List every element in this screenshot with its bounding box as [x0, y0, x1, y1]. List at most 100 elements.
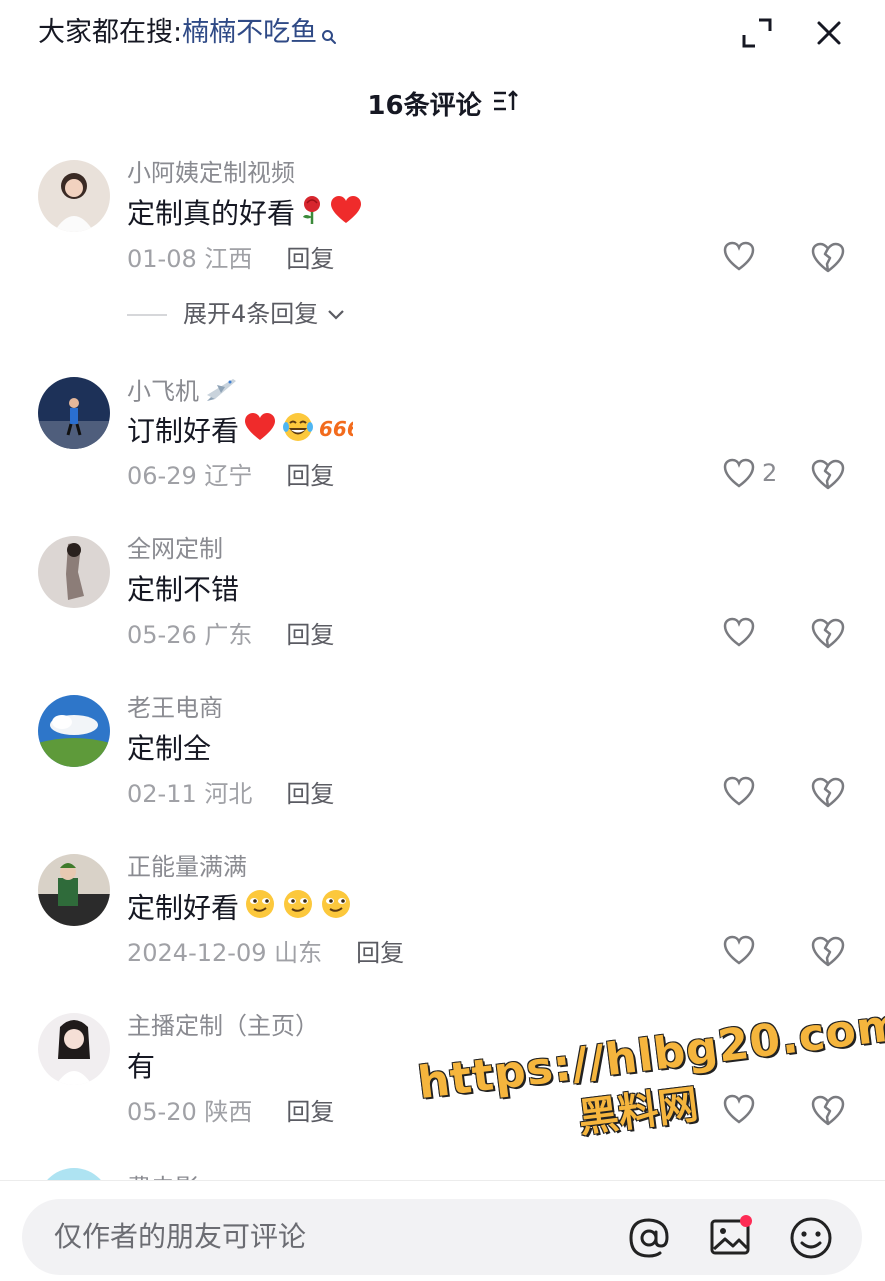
like-button[interactable]: 2: [722, 457, 777, 493]
avatar[interactable]: [38, 377, 110, 449]
like-button[interactable]: [722, 934, 762, 970]
comment-location: 陕西: [204, 1098, 253, 1126]
svg-text:666: 666: [319, 417, 353, 441]
comment-date: 06-29: [127, 462, 197, 490]
comment-count-header: 16条评论: [0, 86, 885, 126]
avatar[interactable]: [38, 536, 110, 608]
comment-input-area: 仅作者的朋友可评论: [0, 1180, 885, 1281]
comment-text: 定制好看: [127, 888, 353, 931]
smirk-emoji-icon: [281, 888, 315, 931]
comment-meta: 05-20 陕西 回复: [127, 1095, 334, 1129]
smirk-emoji-icon: [319, 888, 353, 931]
emoji-icon[interactable]: [788, 1215, 834, 1261]
avatar[interactable]: [38, 160, 110, 232]
comment-text-content: 定制好看: [127, 891, 240, 925]
comment-text: 有: [127, 1047, 155, 1087]
rose-emoji-icon: [299, 195, 325, 236]
comment-text-content: 定制不错: [127, 573, 240, 606]
comment-text-content: 有: [127, 1050, 156, 1083]
heart-icon: [723, 458, 755, 488]
avatar[interactable]: [38, 1013, 110, 1085]
six-six-six-emoji-icon: 666: [319, 412, 361, 453]
search-suggestion-keyword[interactable]: 楠楠不吃鱼: [182, 17, 317, 48]
broken-heart-icon: [811, 242, 845, 273]
tears-of-joy-emoji-icon: [281, 411, 315, 454]
reply-button[interactable]: 回复: [356, 939, 404, 967]
comment-meta: 06-29 辽宁 回复: [127, 459, 334, 493]
comment-username[interactable]: 小飞机: [127, 373, 239, 412]
dislike-button[interactable]: [810, 616, 846, 652]
reply-button[interactable]: 回复: [286, 780, 334, 808]
comment-count: 16条评论: [367, 91, 482, 121]
comment-text-content: 订制好看: [127, 414, 240, 448]
heart-icon: [723, 617, 755, 647]
dislike-button[interactable]: [810, 934, 846, 970]
image-icon[interactable]: [708, 1213, 754, 1259]
dislike-button[interactable]: [810, 457, 846, 493]
comment-meta: 02-11 河北 回复: [127, 777, 334, 811]
smirk-emoji-icon: [243, 888, 277, 931]
search-suggestion-prefix: 大家都在搜:: [38, 17, 183, 48]
heart-icon: [723, 241, 755, 271]
dislike-button[interactable]: [810, 240, 846, 276]
heart-icon: [723, 935, 755, 965]
comment-input-placeholder: 仅作者的朋友可评论: [54, 1220, 307, 1253]
comment-text: 定制全: [127, 729, 211, 769]
like-button[interactable]: [722, 775, 762, 811]
comment-location: 河北: [204, 780, 253, 808]
search-icon: [321, 18, 337, 56]
comment-text: 订制好看 666: [127, 411, 361, 454]
broken-heart-icon: [811, 777, 845, 808]
like-button[interactable]: [722, 616, 762, 652]
reply-button[interactable]: 回复: [286, 245, 334, 273]
reply-button[interactable]: 回复: [286, 621, 334, 649]
broken-heart-icon: [811, 459, 845, 490]
expand-replies-label: 展开4条回复: [183, 300, 319, 328]
comment-location: 山东: [274, 939, 323, 967]
comment-item: 全网定制 定制不错 05-26 广东 回复: [0, 535, 885, 686]
comment-date: 05-20: [127, 1098, 197, 1126]
comment-text-content: 定制全: [127, 732, 212, 765]
red-heart-emoji-icon: [243, 412, 277, 453]
reply-button[interactable]: 回复: [286, 1098, 334, 1126]
comment-location: 辽宁: [204, 462, 253, 490]
comment-location: 江西: [204, 245, 253, 273]
avatar[interactable]: [38, 695, 110, 767]
reply-button[interactable]: 回复: [286, 462, 334, 490]
comment-username[interactable]: 全网定制: [127, 532, 223, 566]
dislike-button[interactable]: [810, 775, 846, 811]
comment-text-content: 定制真的好看: [127, 197, 296, 230]
divider: [127, 314, 167, 316]
expand-replies-button[interactable]: 展开4条回复: [127, 296, 346, 332]
comment-username[interactable]: 老王电商: [127, 691, 223, 725]
comment-meta: 2024-12-09 山东 回复: [127, 936, 404, 970]
heart-icon: [723, 776, 755, 806]
comment-text: 定制不错: [127, 570, 239, 610]
red-heart-emoji-icon: [329, 195, 363, 236]
comment-username[interactable]: 主播定制（主页）: [127, 1009, 319, 1043]
airplane-emoji-icon: [203, 373, 239, 412]
chevron-down-icon: [328, 310, 345, 320]
like-count: 2: [762, 459, 778, 487]
search-suggestion[interactable]: 大家都在搜:楠楠不吃鱼: [38, 14, 337, 56]
comment-input[interactable]: 仅作者的朋友可评论: [22, 1199, 862, 1275]
comment-location: 广东: [204, 621, 253, 649]
notification-dot-icon: [740, 1215, 752, 1227]
comment-item: 小飞机 订制好看 666 06-29 辽宁 回复 2: [0, 377, 885, 527]
comment-item: 老王电商 定制全 02-11 河北 回复: [0, 694, 885, 845]
comment-item: 正能量满满 定制好看 2024-12-09 山东 回复: [0, 853, 885, 1004]
top-bar: 大家都在搜:楠楠不吃鱼: [0, 0, 885, 70]
close-icon[interactable]: [812, 16, 846, 50]
comment-username[interactable]: 小阿姨定制视频: [127, 156, 295, 190]
comment-text: 定制真的好看: [127, 194, 363, 236]
broken-heart-icon: [811, 618, 845, 649]
at-mention-icon[interactable]: [626, 1215, 672, 1261]
like-button[interactable]: [722, 240, 762, 276]
fullscreen-icon[interactable]: [740, 16, 774, 50]
comment-username[interactable]: 正能量满满: [127, 850, 247, 884]
avatar[interactable]: [38, 854, 110, 926]
comment-meta: 05-26 广东 回复: [127, 618, 334, 652]
sort-icon[interactable]: [492, 85, 518, 125]
comment-date: 01-08: [127, 245, 197, 273]
comment-date: 02-11: [127, 780, 197, 808]
